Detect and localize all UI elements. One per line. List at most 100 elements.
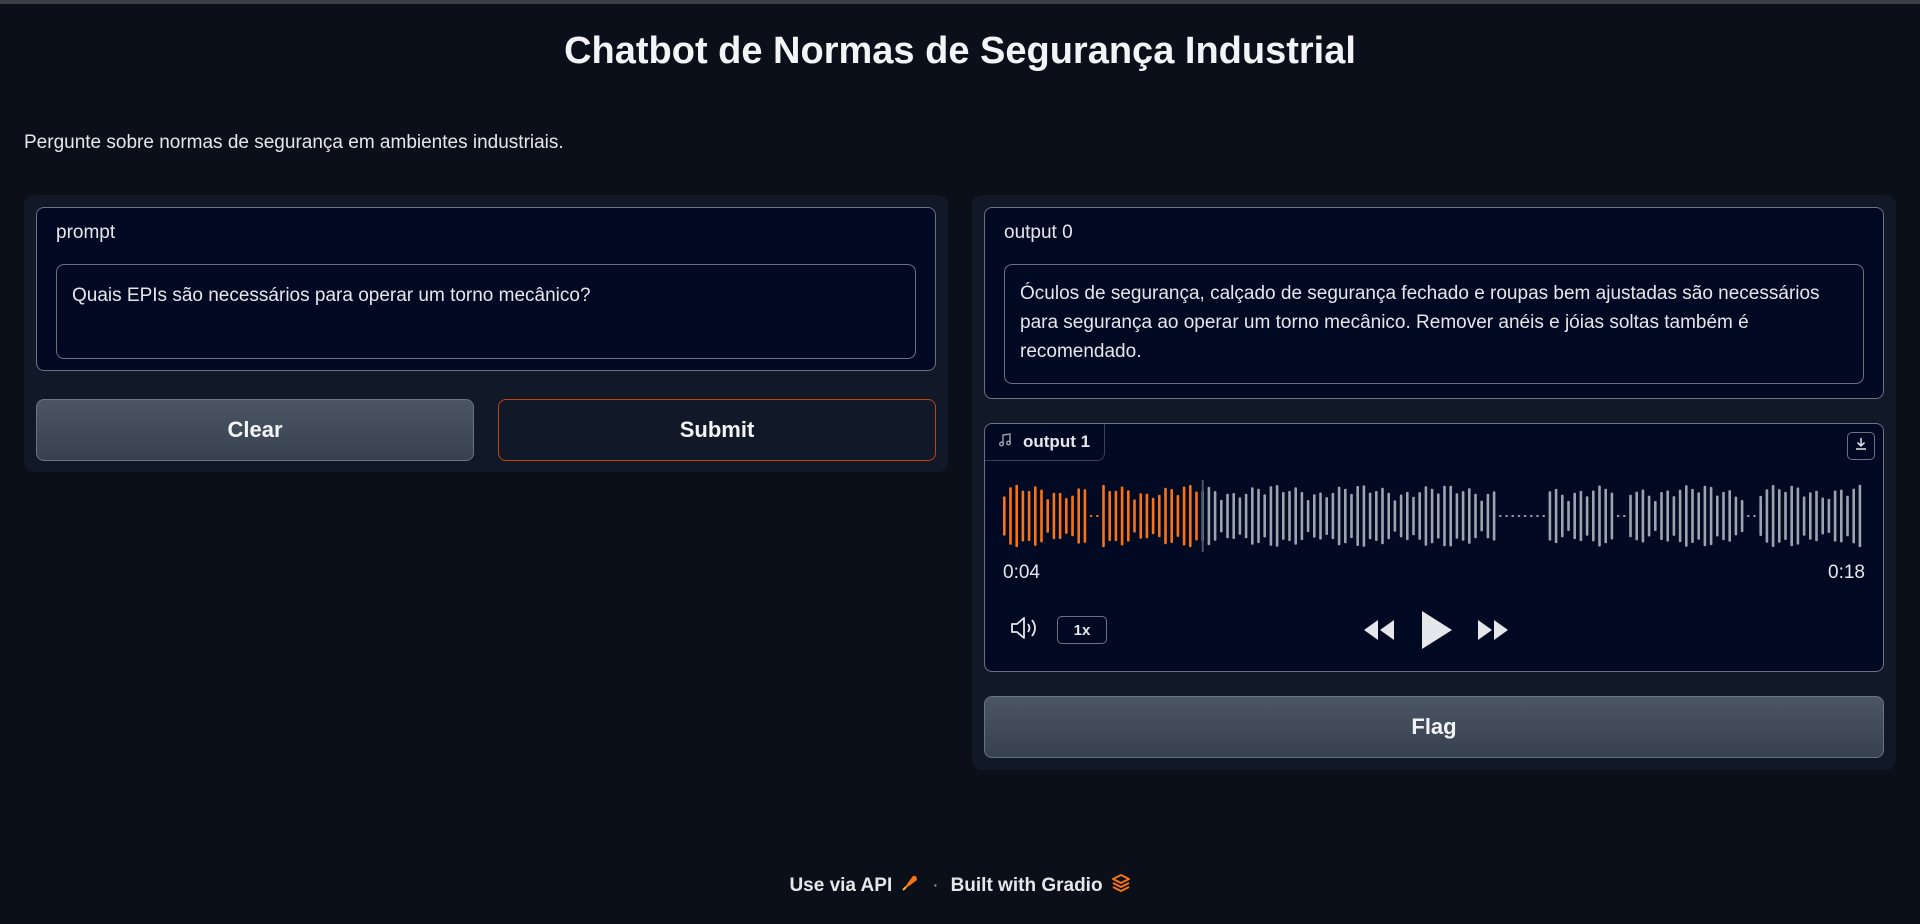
current-time: 0:04 [1003, 562, 1040, 583]
waveform-bar [1858, 484, 1862, 548]
waveform-bar [1282, 492, 1285, 540]
waveform-bar [1275, 485, 1279, 547]
waveform-bar [1511, 515, 1514, 517]
clear-button[interactable]: Clear [36, 399, 474, 461]
waveform-bar [1399, 494, 1403, 538]
waveform-bar [1195, 491, 1198, 541]
waveform-bar [1821, 497, 1824, 535]
waveform-bar [1182, 486, 1186, 546]
waveform-bar [1362, 485, 1366, 547]
skip-forward-button[interactable] [1475, 616, 1511, 648]
waveform-bar [1827, 498, 1831, 533]
waveform-bar [1778, 489, 1781, 543]
prompt-input[interactable]: Quais EPIs são necessários para operar u… [56, 264, 916, 359]
waveform-bar [1672, 496, 1676, 536]
download-button[interactable] [1847, 432, 1875, 460]
waveform-bar [1424, 486, 1428, 546]
waveform-bar [1629, 494, 1632, 538]
duration: 0:18 [1828, 562, 1865, 583]
page-title: Chatbot de Normas de Segurança Industria… [564, 30, 1356, 72]
waveform-bar [1170, 489, 1173, 543]
waveform-bar [1368, 492, 1372, 540]
waveform-bar [1846, 495, 1849, 537]
prompt-block: prompt Quais EPIs são necessários para o… [36, 207, 936, 371]
use-via-api-label: Use via API [789, 875, 893, 896]
waveform-bar [1096, 515, 1099, 517]
waveform-bar [1635, 491, 1638, 541]
waveform-bar [1344, 488, 1347, 544]
waveform-bar [1468, 488, 1471, 544]
waveform-bar [1418, 492, 1421, 540]
waveform-bar [1492, 491, 1496, 541]
skip-backward-button[interactable] [1361, 616, 1397, 648]
waveform-bar [1610, 492, 1614, 540]
waveform-bar [1623, 515, 1626, 517]
playhead-cursor[interactable] [1201, 480, 1204, 552]
waveform-bar [1251, 487, 1254, 545]
waveform-bar [1189, 485, 1192, 548]
waveform-bar [1207, 486, 1211, 546]
page-description: Pergunte sobre normas de segurança em am… [24, 132, 564, 153]
waveform-bar [1151, 497, 1155, 535]
waveform-bar [1071, 495, 1074, 537]
waveform-bar [1809, 492, 1812, 540]
waveform-bar [1381, 487, 1384, 545]
waveform-bar [1542, 515, 1545, 517]
output0-textbox[interactable]: Óculos de segurança, calçado de seguranç… [1004, 264, 1864, 384]
waveform-bar [1003, 496, 1006, 536]
waveform-bar [1356, 486, 1359, 546]
waveform-bar [1412, 496, 1415, 536]
waveform-bar [1027, 490, 1031, 542]
waveform-bar [1641, 489, 1645, 543]
waveform-bar [1647, 495, 1651, 537]
built-with-gradio-link[interactable]: Built with Gradio [951, 873, 1131, 899]
waveform-bar [1127, 490, 1130, 542]
waveform-bar [1474, 493, 1477, 539]
waveform-bar [1604, 488, 1607, 544]
footer: Use via API · Built with Gradio [0, 873, 1920, 899]
submit-button[interactable]: Submit [498, 399, 936, 461]
waveform-bar [1052, 492, 1056, 540]
waveform-bar [1455, 493, 1459, 539]
waveform-bar [1747, 515, 1750, 517]
play-icon [1418, 609, 1454, 656]
waveform-bar [1176, 495, 1180, 537]
use-via-api-link[interactable]: Use via API [789, 873, 920, 899]
waveform-bar [1722, 491, 1725, 541]
play-button[interactable] [1416, 610, 1456, 654]
waveform-bar [1598, 485, 1601, 547]
footer-separator: · [932, 875, 939, 896]
waveform-bar [1102, 484, 1105, 548]
waveform-bar [1294, 487, 1297, 545]
waveform-bar [1765, 489, 1769, 543]
waveform-bar [1697, 492, 1700, 540]
waveform-bar [1158, 494, 1161, 538]
waveform-bar [1530, 515, 1533, 517]
download-icon [1853, 436, 1869, 457]
waveform[interactable] [1003, 476, 1867, 556]
waveform-bar [1815, 490, 1818, 542]
waveform-bar [1263, 494, 1266, 538]
waveform-bar [1139, 493, 1142, 539]
playback-speed-button[interactable]: 1x [1057, 616, 1107, 644]
built-with-gradio-label: Built with Gradio [950, 875, 1103, 896]
top-border [0, 0, 1920, 4]
waveform-bar [1759, 495, 1762, 536]
waveform-bar [1232, 493, 1235, 539]
waveform-bar [1523, 515, 1527, 517]
waveform-bar [1784, 491, 1787, 540]
waveform-bar [1021, 490, 1025, 542]
waveform-bar [1567, 500, 1570, 531]
waveform-bar [1331, 492, 1335, 540]
waveform-bar [1120, 486, 1124, 546]
waveform-bar [1430, 488, 1434, 544]
waveform-bar [1269, 486, 1273, 546]
rocket-icon [900, 873, 920, 899]
waveform-bar [1461, 491, 1465, 541]
waveform-bar [1561, 494, 1564, 538]
volume-button[interactable] [1009, 614, 1041, 646]
waveform-bar [1573, 492, 1576, 540]
flag-button[interactable]: Flag [984, 696, 1884, 758]
waveform-bar [1678, 489, 1682, 543]
waveform-bar [1306, 500, 1310, 533]
